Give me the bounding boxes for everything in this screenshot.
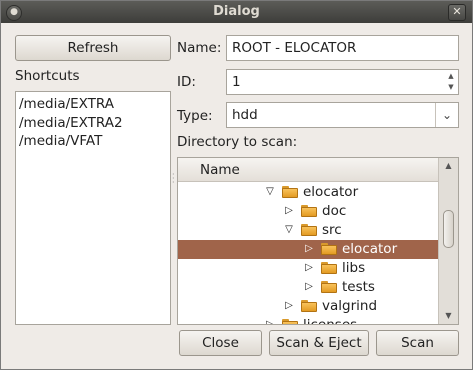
expander-collapsed-icon[interactable]: ▷ xyxy=(304,281,314,293)
list-item[interactable]: /media/EXTRA xyxy=(16,95,170,114)
list-item[interactable]: /media/EXTRA2 xyxy=(16,114,170,133)
tree-row-label: elocator xyxy=(303,184,359,200)
tree-row[interactable]: ▷ libs xyxy=(178,259,438,278)
window-title: Dialog xyxy=(213,4,260,19)
type-combo[interactable]: hdd ⌄ xyxy=(226,102,459,128)
folder-icon xyxy=(301,300,317,312)
expander-collapsed-icon[interactable]: ▷ xyxy=(304,243,314,255)
folder-icon xyxy=(321,281,337,293)
title-bar[interactable]: ● Dialog ✕ xyxy=(1,1,472,23)
expander-collapsed-icon[interactable]: ▷ xyxy=(284,300,294,312)
folder-icon xyxy=(282,186,298,198)
id-label: ID: xyxy=(177,74,196,90)
scrollbar-thumb[interactable] xyxy=(443,210,454,248)
directory-label: Directory to scan: xyxy=(177,134,298,150)
name-label: Name: xyxy=(177,40,222,56)
expander-collapsed-icon[interactable]: ▷ xyxy=(284,205,294,217)
close-window-icon[interactable]: ✕ xyxy=(448,4,466,21)
directory-tree[interactable]: Name ▽ elocator ▷ doc ▽ src ▷ elocator ▷… xyxy=(177,157,459,325)
folder-icon xyxy=(301,224,317,236)
folder-icon xyxy=(282,319,298,324)
folder-icon xyxy=(301,205,317,217)
expander-expanded-icon[interactable]: ▽ xyxy=(284,224,294,236)
scroll-down-icon[interactable]: ▼ xyxy=(439,308,458,324)
expander-collapsed-icon[interactable]: ▷ xyxy=(265,319,275,324)
expander-collapsed-icon[interactable]: ▷ xyxy=(304,262,314,274)
column-name-label: Name xyxy=(200,162,240,178)
shortcuts-list[interactable]: /media/EXTRA /media/EXTRA2 /media/VFAT xyxy=(15,91,171,325)
expander-expanded-icon[interactable]: ▽ xyxy=(265,186,275,198)
spin-down-icon[interactable]: ▼ xyxy=(445,82,457,93)
close-button[interactable]: Close xyxy=(179,330,262,356)
folder-icon xyxy=(321,262,337,274)
tree-row[interactable]: ▽ elocator xyxy=(178,183,438,202)
scroll-up-icon[interactable]: ▲ xyxy=(439,158,458,174)
tree-row[interactable]: ▷ valgrind xyxy=(178,297,438,316)
list-item[interactable]: /media/VFAT xyxy=(16,132,170,151)
refresh-button[interactable]: Refresh xyxy=(15,35,171,61)
tree-row-label: elocator xyxy=(342,241,398,257)
pane-splitter-handle[interactable]: · · · xyxy=(172,171,175,187)
tree-scrollbar[interactable]: ▲ ▼ xyxy=(438,158,458,324)
type-label: Type: xyxy=(177,108,213,124)
id-value: 1 xyxy=(232,74,241,90)
tree-row-label: valgrind xyxy=(322,298,378,314)
dialog-window: ● Dialog ✕ Refresh Shortcuts /media/EXTR… xyxy=(0,0,473,370)
tree-row[interactable]: ▷ licenses xyxy=(178,316,438,325)
tree-row-label: doc xyxy=(322,203,347,219)
shortcuts-label: Shortcuts xyxy=(15,68,80,84)
type-value: hdd xyxy=(232,107,258,123)
tree-row[interactable]: ▷ doc xyxy=(178,202,438,221)
name-field[interactable]: ROOT - ELOCATOR xyxy=(226,35,459,61)
chevron-down-icon[interactable]: ⌄ xyxy=(435,103,458,127)
scan-eject-button[interactable]: Scan & Eject xyxy=(269,330,369,356)
tree-row[interactable]: ▷ tests xyxy=(178,278,438,297)
folder-icon xyxy=(321,243,337,255)
tree-column-header[interactable]: Name xyxy=(178,158,438,182)
tree-row-label: tests xyxy=(342,279,375,295)
scan-button[interactable]: Scan xyxy=(376,330,459,356)
tree-row-label: libs xyxy=(342,260,366,276)
id-spinner[interactable]: 1 ▲ ▼ xyxy=(226,69,459,95)
spin-up-icon[interactable]: ▲ xyxy=(445,71,457,82)
tree-row-label: licenses xyxy=(303,317,358,325)
tree-row[interactable]: ▽ src xyxy=(178,221,438,240)
tree-row-selected[interactable]: ▷ elocator xyxy=(178,240,438,259)
tree-row-label: src xyxy=(322,222,342,238)
